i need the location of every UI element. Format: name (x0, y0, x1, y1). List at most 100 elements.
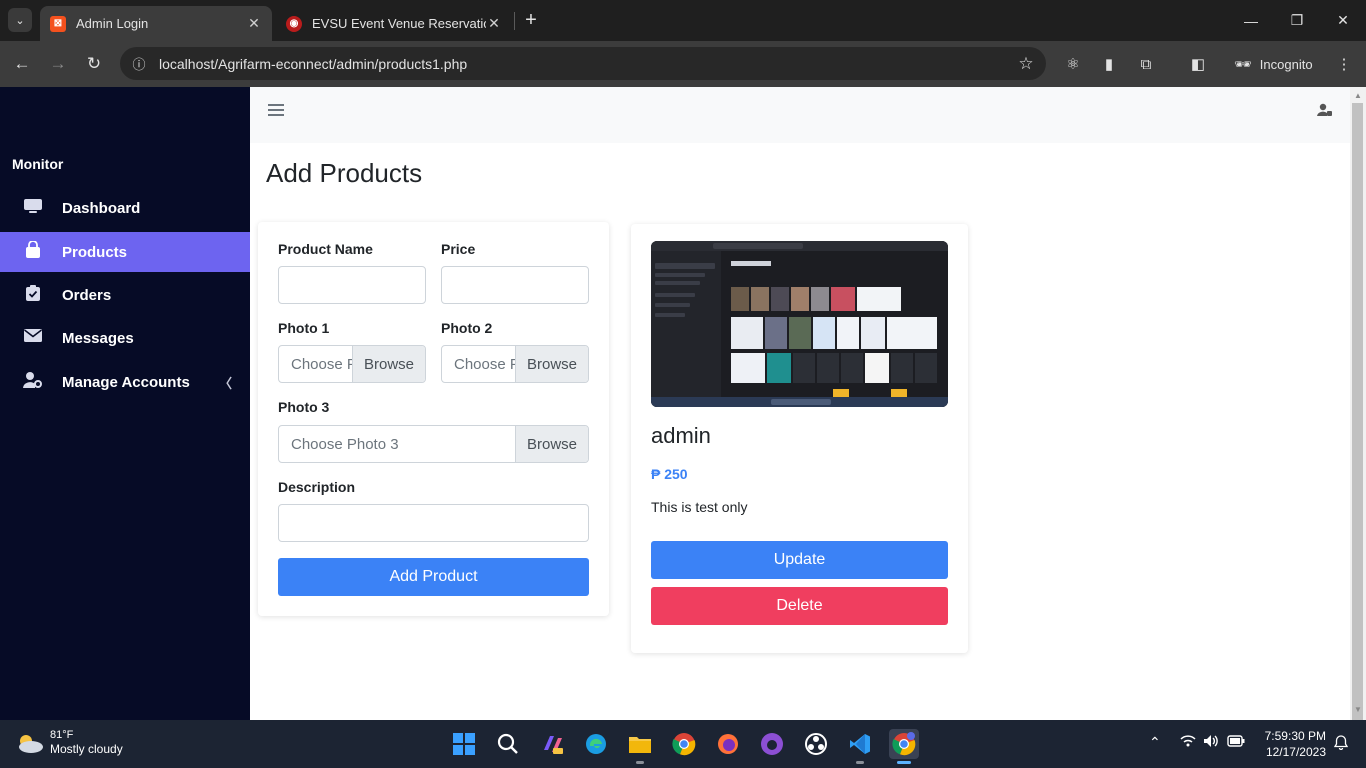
react-devtools-icon[interactable]: ⚛ (1061, 52, 1085, 76)
product-price: ₱ 250 (651, 466, 688, 482)
photo2-file-input[interactable]: Choose Photo 2 Browse (441, 345, 589, 383)
sidebar-item-label: Orders (62, 286, 112, 304)
tab-admin-login[interactable]: ⊠ Admin Login ✕ (40, 6, 272, 41)
weather-widget[interactable]: 81°F Mostly cloudy (14, 728, 123, 757)
browser-tab-strip: ⌄ ⊠ Admin Login ✕ ◉ EVSU Event Venue Res… (0, 0, 1366, 41)
xampp-favicon-icon: ⊠ (50, 15, 66, 32)
product-name: admin (651, 423, 711, 448)
minimize-button[interactable]: — (1228, 0, 1274, 41)
sidebar-item-label: Manage Accounts (62, 373, 190, 391)
photo2-browse-button[interactable]: Browse (515, 346, 588, 382)
chevron-left-icon[interactable]: 〈 (219, 373, 232, 392)
incognito-indicator[interactable]: 🕶 Incognito (1224, 49, 1323, 79)
volume-icon[interactable] (1203, 734, 1219, 751)
browser-menu-icon[interactable]: ⋮ (1332, 52, 1356, 76)
evsu-favicon-icon: ◉ (286, 15, 302, 32)
github-desktop-icon[interactable] (757, 729, 787, 759)
description-input[interactable] (278, 504, 589, 542)
reload-button[interactable]: ↻ (81, 51, 107, 77)
sidebar-item-messages[interactable]: Messages (0, 318, 250, 358)
incognito-label: Incognito (1259, 56, 1313, 72)
sidebar-heading: Monitor (12, 156, 64, 172)
extension-doc-icon[interactable]: ▮ (1097, 52, 1121, 76)
close-window-button[interactable]: ✕ (1320, 0, 1366, 41)
photo1-browse-button[interactable]: Browse (352, 346, 425, 382)
battery-icon[interactable] (1227, 734, 1245, 750)
copilot-icon[interactable] (537, 729, 567, 759)
sidebar-item-label: Products (62, 243, 128, 261)
close-tab-icon[interactable]: ✕ (246, 15, 262, 32)
tab-search-button[interactable]: ⌄ (8, 8, 32, 32)
edge-browser-icon[interactable] (581, 729, 611, 759)
sidebar-item-products[interactable]: Products (0, 232, 250, 272)
bookmark-star-icon[interactable]: ☆ (1006, 54, 1046, 74)
product-name-input[interactable] (278, 266, 426, 304)
taskbar-clock[interactable]: 7:59:30 PM 12/17/2023 (1256, 728, 1326, 760)
tab-title: Admin Login (76, 16, 149, 31)
photo1-placeholder: Choose Photo 1 (291, 355, 352, 373)
sidebar-item-dashboard[interactable]: Dashboard (0, 188, 250, 228)
photo3-label: Photo 3 (278, 399, 330, 415)
photo3-file-input[interactable]: Choose Photo 3 Browse (278, 425, 589, 463)
top-navbar (250, 87, 1350, 143)
photo2-placeholder: Choose Photo 2 (454, 355, 515, 373)
address-bar[interactable]: ⓘ localhost/Agrifarm-econnect/admin/prod… (120, 47, 1046, 80)
clock-date: 12/17/2023 (1265, 745, 1326, 759)
hamburger-menu-icon[interactable] (268, 104, 284, 120)
photo1-label: Photo 1 (278, 320, 330, 336)
site-info-icon[interactable]: ⓘ (122, 54, 156, 73)
add-product-button[interactable]: Add Product (278, 558, 589, 596)
new-tab-button[interactable]: + (520, 8, 542, 32)
product-image (651, 241, 948, 407)
sidebar: Monitor Dashboard Products Orders Messag… (0, 87, 250, 720)
url-text[interactable]: localhost/Agrifarm-econnect/admin/produc… (159, 56, 1006, 72)
windows-taskbar: 81°F Mostly cloudy ⌃ 7:59:30 PM 12/17/20… (0, 720, 1366, 768)
photo3-placeholder: Choose Photo 3 (291, 435, 399, 453)
price-input[interactable] (441, 266, 589, 304)
file-explorer-icon[interactable] (625, 729, 655, 764)
product-name-label: Product Name (278, 241, 373, 257)
chrome-icon[interactable] (669, 729, 699, 759)
chrome-incognito-icon[interactable] (889, 729, 919, 764)
price-label: Price (441, 241, 476, 257)
photo1-file-input[interactable]: Choose Photo 1 Browse (278, 345, 426, 383)
product-description: This is test only (651, 499, 748, 515)
show-hidden-icons-chevron-icon[interactable]: ⌃ (1149, 734, 1161, 751)
clipboard-check-icon (22, 284, 44, 307)
photo3-browse-button[interactable]: Browse (515, 426, 588, 462)
description-label: Description (278, 479, 356, 495)
firefox-icon[interactable] (713, 729, 743, 759)
user-lock-icon[interactable] (1317, 103, 1332, 120)
delete-button[interactable]: Delete (651, 587, 948, 625)
start-button[interactable] (449, 729, 479, 759)
vscode-icon[interactable] (845, 729, 875, 764)
restore-button[interactable]: ❐ (1274, 0, 1320, 41)
shopping-bag-icon (22, 239, 44, 264)
search-icon[interactable] (493, 729, 523, 759)
side-panel-icon[interactable]: ◧ (1186, 52, 1210, 76)
scroll-down-arrow-icon[interactable]: ▼ (1354, 705, 1362, 714)
scrollbar-thumb[interactable] (1352, 103, 1363, 741)
monitor-icon (22, 198, 44, 219)
tab-title: EVSU Event Venue Reservation (312, 16, 486, 31)
page-scrollbar[interactable]: ▲ ▼ (1350, 87, 1366, 741)
sidebar-item-manage-accounts[interactable]: Manage Accounts 〈 (0, 362, 250, 402)
forward-button[interactable]: → (45, 51, 71, 77)
update-button[interactable]: Update (651, 541, 948, 579)
notification-bell-icon[interactable] (1333, 735, 1349, 753)
weather-condition: Mostly cloudy (50, 742, 123, 756)
back-button[interactable]: ← (9, 51, 35, 77)
scroll-up-arrow-icon[interactable]: ▲ (1354, 91, 1362, 100)
obs-studio-icon[interactable] (801, 729, 831, 759)
incognito-icon: 🕶 (1234, 55, 1252, 72)
browser-toolbar: ← → ↻ ⓘ localhost/Agrifarm-econnect/admi… (0, 41, 1366, 87)
tab-evsu-reservation[interactable]: ◉ EVSU Event Venue Reservation ✕ (276, 6, 512, 41)
sidebar-item-orders[interactable]: Orders (0, 275, 250, 315)
photo2-label: Photo 2 (441, 320, 493, 336)
wifi-icon[interactable] (1180, 734, 1196, 751)
sidebar-item-label: Messages (62, 329, 134, 347)
close-tab-icon[interactable]: ✕ (486, 15, 502, 32)
envelope-icon (22, 328, 44, 348)
user-gear-icon (22, 371, 44, 394)
extensions-puzzle-icon[interactable]: ⧉ (1134, 52, 1158, 76)
